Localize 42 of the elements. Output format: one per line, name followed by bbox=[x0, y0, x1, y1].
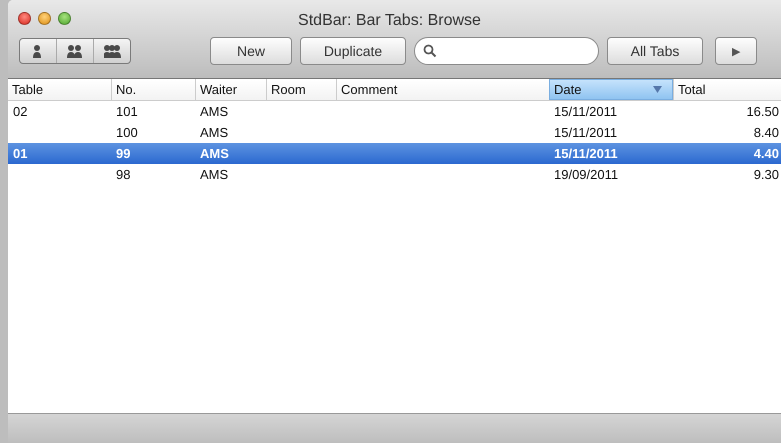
search-icon bbox=[423, 44, 437, 58]
toolbar-button[interactable]: New bbox=[210, 37, 292, 65]
table-cell: 9.30 bbox=[754, 167, 779, 182]
table-row[interactable]: 01 99 AMS 15/11/2011 4.40 bbox=[8, 143, 781, 164]
close-button[interactable] bbox=[18, 12, 31, 25]
column-header[interactable]: Waiter bbox=[195, 79, 266, 100]
window-title: StdBar: Bar Tabs: Browse bbox=[298, 12, 481, 30]
column-header[interactable]: Table bbox=[8, 79, 111, 100]
group-icon bbox=[104, 43, 120, 59]
table-cell: 99 bbox=[116, 146, 130, 161]
column-header[interactable]: Date bbox=[549, 79, 673, 100]
table-cell: AMS bbox=[200, 167, 228, 182]
column-header[interactable]: Total bbox=[673, 79, 781, 100]
table-cell: AMS bbox=[200, 146, 229, 161]
table-cell: 4.40 bbox=[754, 146, 779, 161]
table-cell: 15/11/2011 bbox=[554, 146, 618, 161]
table-cell: AMS bbox=[200, 104, 228, 119]
table-cell: 15/11/2011 bbox=[554, 104, 618, 119]
table-row[interactable]: 98 AMS 19/09/2011 9.30 bbox=[8, 164, 781, 185]
toolbar-button[interactable]: Duplicate bbox=[300, 37, 406, 65]
segmented-control[interactable] bbox=[19, 38, 131, 64]
table-cell: 01 bbox=[13, 146, 28, 161]
table-row[interactable]: 100 AMS 15/11/2011 8.40 bbox=[8, 122, 781, 143]
zoom-button[interactable] bbox=[58, 12, 71, 25]
table-cell: 02 bbox=[13, 104, 28, 119]
table-cell: 19/09/2011 bbox=[554, 167, 618, 182]
table-cell: 101 bbox=[116, 104, 138, 119]
table-cell: 8.40 bbox=[754, 125, 779, 140]
minimize-button[interactable] bbox=[38, 12, 51, 25]
column-header[interactable]: Room bbox=[266, 79, 336, 100]
table-cell: 15/11/2011 bbox=[554, 125, 618, 140]
search-field[interactable] bbox=[414, 37, 599, 65]
two-people-icon bbox=[66, 43, 84, 59]
table-cell: AMS bbox=[200, 125, 228, 140]
table-cell: 16.50 bbox=[746, 104, 779, 119]
toolbar-button[interactable]: All Tabs bbox=[607, 37, 703, 65]
sort-arrow-icon bbox=[653, 86, 662, 93]
table-cell: 98 bbox=[116, 167, 130, 182]
column-header[interactable]: No. bbox=[111, 79, 195, 100]
play-button[interactable]: ▶ bbox=[715, 37, 757, 65]
table-row[interactable]: 02 101 AMS 15/11/2011 16.50 bbox=[8, 101, 781, 122]
table-cell: 100 bbox=[116, 125, 138, 140]
